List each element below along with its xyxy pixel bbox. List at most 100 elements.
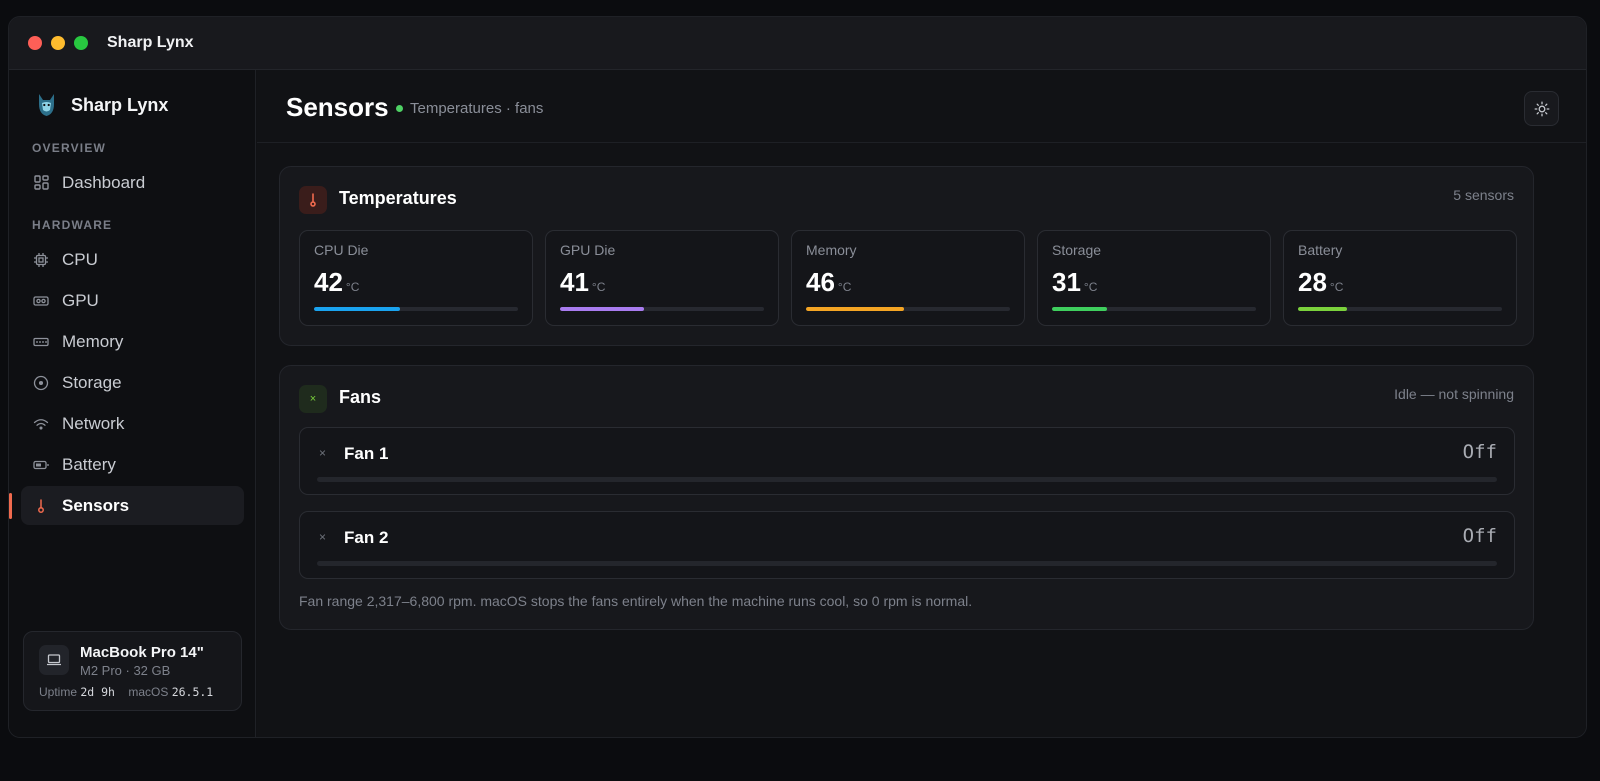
section-label-hardware: HARDWARE (32, 218, 113, 232)
main-content: Sensors Temperatures · fans Temperatures… (257, 70, 1586, 737)
fan-speed-bar (317, 477, 1497, 482)
close-window-button[interactable] (28, 36, 42, 50)
active-indicator (9, 493, 12, 519)
window-title: Sharp Lynx (107, 34, 194, 51)
memory-stick-icon (33, 334, 49, 350)
brand-name: Sharp Lynx (71, 94, 169, 115)
device-spec: M2 Pro · 32 GB (80, 663, 171, 678)
fan-icon: × (319, 446, 327, 460)
thermometer-icon (299, 186, 327, 214)
temp-card-battery: Battery 28 °C (1283, 230, 1517, 326)
sensor-count: 5 sensors (1453, 187, 1514, 203)
temp-number: 28 (1298, 267, 1327, 297)
temp-number: 31 (1052, 267, 1081, 297)
temp-value: 41 °C (560, 267, 605, 298)
chip-icon (33, 252, 49, 268)
temp-label: Battery (1298, 242, 1343, 258)
sidebar-item-dashboard[interactable]: Dashboard (21, 163, 244, 202)
temp-card-memory: Memory 46 °C (791, 230, 1025, 326)
temp-level-bar (314, 307, 518, 311)
temp-card-storage: Storage 31 °C (1037, 230, 1271, 326)
temp-label: GPU Die (560, 242, 616, 258)
gpu-card-icon (33, 293, 49, 309)
grid-icon (33, 175, 49, 191)
brand: Sharp Lynx (36, 92, 168, 118)
wifi-icon (33, 416, 49, 432)
temp-number: 46 (806, 267, 835, 297)
sun-icon (1534, 101, 1549, 116)
uptime-label: Uptime (39, 685, 78, 699)
temp-unit: °C (837, 280, 852, 294)
device-meta: Uptime 2d 9h macOS 26.5.1 (39, 685, 213, 699)
temp-card-cpu-die: CPU Die 42 °C (299, 230, 533, 326)
fans-title: Fans (339, 387, 382, 407)
fan-icon: × (319, 530, 327, 544)
lynx-logo-icon (39, 94, 54, 116)
temp-value: 42 °C (314, 267, 359, 298)
disk-icon (33, 375, 49, 391)
temp-level-fill (1298, 307, 1347, 311)
uptime-value: 2d 9h (80, 685, 115, 699)
zoom-window-button[interactable] (74, 36, 88, 50)
temp-value: 28 °C (1298, 267, 1343, 298)
fans-panel: × Fans Idle — not spinning × Fan 1 Off ×… (279, 365, 1534, 630)
fan-row: × Fan 1 Off (299, 427, 1515, 495)
temp-unit: °C (1083, 280, 1098, 294)
temp-level-bar (1298, 307, 1502, 311)
sidebar-item-label: GPU (62, 290, 99, 310)
temperatures-title: Temperatures (339, 188, 457, 208)
sidebar-item-memory[interactable]: Memory (21, 322, 244, 361)
sidebar-item-cpu[interactable]: CPU (21, 240, 244, 279)
temp-unit: °C (345, 280, 360, 294)
sidebar-item-label: Storage (62, 372, 122, 392)
temp-level-bar (560, 307, 764, 311)
sidebar-item-gpu[interactable]: GPU (21, 281, 244, 320)
page-title: Sensors (286, 92, 389, 122)
fan-note: Fan range 2,317–6,800 rpm. macOS stops t… (299, 593, 973, 609)
temp-card-gpu-die: GPU Die 41 °C (545, 230, 779, 326)
laptop-icon (39, 645, 69, 675)
sidebar-item-storage[interactable]: Storage (21, 363, 244, 402)
sidebar-item-label: Dashboard (62, 172, 146, 192)
page-header: Sensors Temperatures · fans (257, 70, 1586, 143)
temp-unit: °C (591, 280, 606, 294)
sidebar-item-network[interactable]: Network (21, 404, 244, 443)
sidebar-item-label: Battery (62, 454, 116, 474)
temperatures-panel: Temperatures 5 sensors CPU Die 42 °C GPU Di… (279, 166, 1534, 346)
fan-state: Off (1462, 525, 1497, 547)
temp-label: CPU Die (314, 242, 369, 258)
fan-name: Fan 1 (344, 444, 389, 463)
sidebar-item-sensors[interactable]: Sensors (21, 486, 244, 525)
theme-toggle-button[interactable] (1524, 91, 1559, 126)
fan-name: Fan 2 (344, 528, 389, 547)
temp-label: Storage (1052, 242, 1102, 258)
temp-number: 41 (560, 267, 589, 297)
sidebar-item-label: Sensors (62, 495, 130, 515)
fans-status: Idle — not spinning (1394, 386, 1514, 402)
temp-level-fill (560, 307, 644, 311)
os-version: 26.5.1 (171, 685, 214, 699)
temp-unit: °C (1329, 280, 1344, 294)
battery-icon (33, 457, 49, 473)
temp-level-fill (314, 307, 400, 311)
os-label: macOS (128, 685, 169, 699)
fan-row: × Fan 2 Off (299, 511, 1515, 579)
window-controls (28, 36, 88, 50)
temp-value: 46 °C (806, 267, 851, 298)
sidebar-item-label: CPU (62, 249, 98, 269)
status-text: Temperatures · fans (410, 100, 544, 117)
fan-speed-bar (317, 561, 1497, 566)
sidebar-item-label: Network (62, 413, 125, 433)
minimize-window-button[interactable] (51, 36, 65, 50)
sidebar-item-battery[interactable]: Battery (21, 445, 244, 484)
device-name: MacBook Pro 14" (80, 644, 204, 661)
page-status: Temperatures · fans (396, 100, 543, 117)
section-label-overview: OVERVIEW (32, 141, 107, 155)
temp-level-fill (1052, 307, 1108, 311)
temp-level-bar (1052, 307, 1256, 311)
device-info-card: MacBook Pro 14" M2 Pro · 32 GB Uptime 2d… (23, 631, 242, 711)
temp-number: 42 (314, 267, 343, 297)
fan-state: Off (1462, 441, 1497, 463)
status-dot (396, 105, 403, 112)
temp-level-fill (806, 307, 904, 311)
